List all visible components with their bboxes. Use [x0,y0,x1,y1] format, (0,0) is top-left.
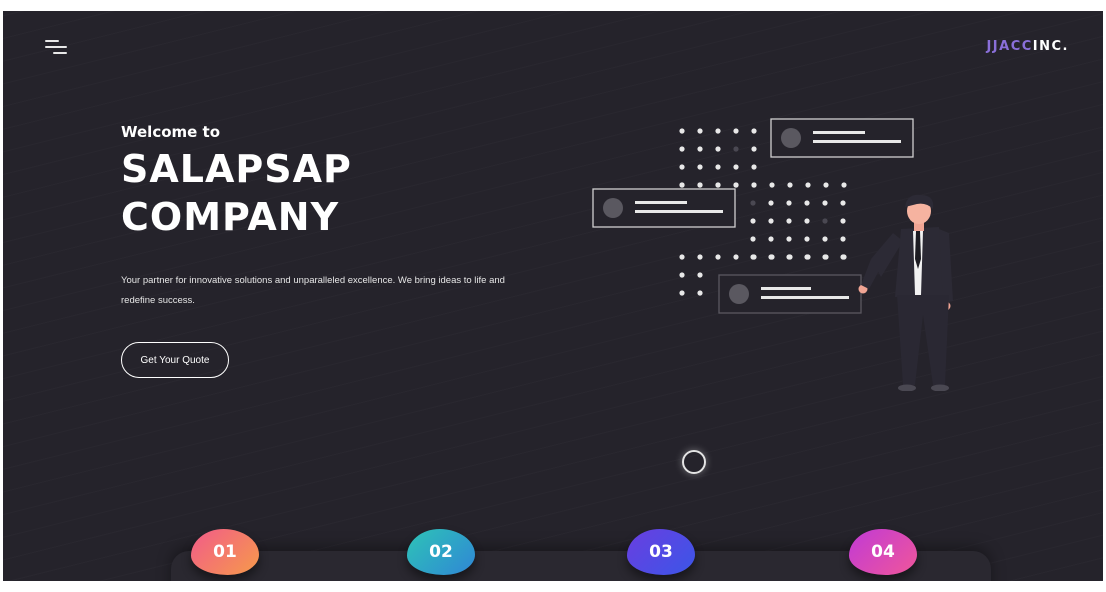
decor-dot [733,128,739,134]
decor-dot [715,164,721,170]
logo-rest-text: INC. [1032,39,1069,54]
decor-dot [804,200,810,206]
title-line-1: SALAPSAP [121,147,352,191]
decor-dot [768,200,774,206]
menu-line [45,46,67,48]
decor-dot [841,254,847,260]
decor-dot [750,218,756,224]
card-middle [592,188,736,228]
decor-dot [751,254,757,260]
decor-dot [697,146,703,152]
decor-dot [840,218,846,224]
decor-dot [679,254,685,260]
decor-dot [679,146,685,152]
decor-dot [751,182,757,188]
decor-dot [715,254,721,260]
hamburger-menu-icon[interactable] [43,38,69,58]
decor-dot [841,182,847,188]
decor-dot [822,236,828,242]
decor-dot [804,218,810,224]
decor-dot [679,128,685,134]
decor-dot [822,218,828,224]
decor-dot [822,200,828,206]
decor-dot [769,254,775,260]
hero-description: Your partner for innovative solutions an… [121,275,505,306]
decor-dot [679,290,685,296]
decor-dot [733,182,739,188]
decor-dot [697,272,703,278]
brand-logo[interactable]: JJACCINC. [986,39,1069,54]
decor-dot [679,182,685,188]
decor-dot [697,128,703,134]
step-badge-04[interactable]: 04 [849,529,917,575]
step-badge-03[interactable]: 03 [627,529,695,575]
decor-dot [697,254,703,260]
decor-dot [787,182,793,188]
decor-dot [840,236,846,242]
decor-dot [787,254,793,260]
decor-dot [805,254,811,260]
decor-dot [769,182,775,188]
person-figure [858,194,953,391]
menu-line [53,52,67,54]
decor-dot [679,164,685,170]
decor-dot [768,236,774,242]
card-top [770,118,914,158]
loading-spinner-icon [682,450,706,474]
decor-dot [715,182,721,188]
decor-dot [786,200,792,206]
menu-line [45,40,59,42]
get-quote-button[interactable]: Get Your Quote [121,342,229,378]
decor-dot [697,290,703,296]
page-title: SALAPSAP COMPANY [121,145,352,241]
decor-dot [733,164,739,170]
welcome-text: Welcome to [121,123,221,141]
title-line-2: COMPANY [121,195,340,239]
decor-dot [679,272,685,278]
decor-dot [750,236,756,242]
decor-dot [751,164,757,170]
decor-dot [733,146,739,152]
decor-dot [697,182,703,188]
decor-dot [804,236,810,242]
decor-dot [840,200,846,206]
logo-accent-text: JJACC [986,39,1033,54]
decor-dot [786,236,792,242]
hero-section: JJACCINC. Welcome to SALAPSAP COMPANY Yo… [3,11,1103,581]
hero-illustration [592,118,953,391]
decor-dot [751,128,757,134]
decor-dot [733,254,739,260]
decor-dot [751,146,757,152]
decor-dot [715,128,721,134]
decor-dot [715,146,721,152]
card-bottom [718,274,862,314]
decor-dot [805,182,811,188]
step-badge-02[interactable]: 02 [407,529,475,575]
decor-dot [750,200,756,206]
decor-dot [823,182,829,188]
step-badge-01[interactable]: 01 [191,529,259,575]
decor-dot [768,218,774,224]
decor-dot [697,164,703,170]
decor-dot [823,254,829,260]
decor-dot [786,218,792,224]
